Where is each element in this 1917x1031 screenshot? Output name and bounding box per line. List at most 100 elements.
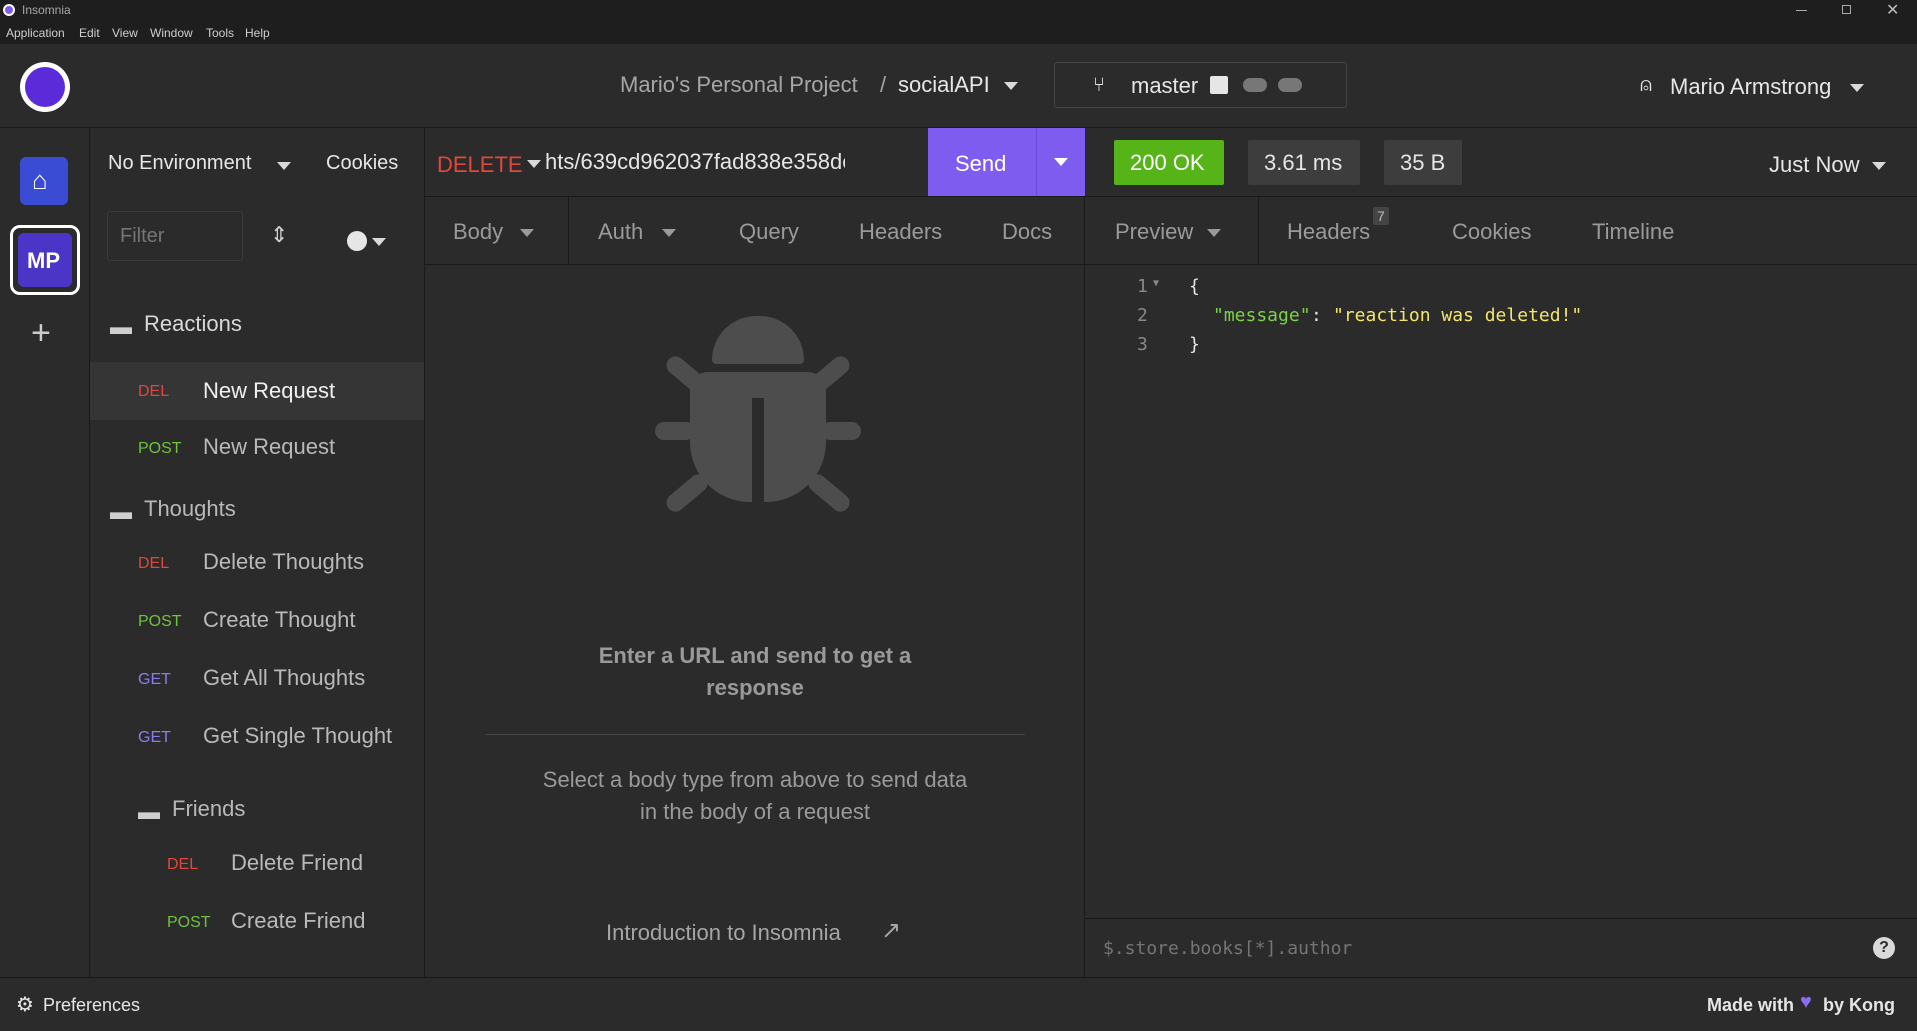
request-item-active[interactable]: DEL New Request xyxy=(90,362,424,420)
method-badge: DEL xyxy=(138,383,170,400)
history-select[interactable]: Just Now xyxy=(1769,152,1859,178)
empty-state-title: Enter a URL and send to get a response xyxy=(598,643,912,700)
response-filter-input[interactable] xyxy=(1103,929,1803,967)
menu-application[interactable]: Application xyxy=(6,26,65,40)
create-plus-icon[interactable] xyxy=(347,231,367,251)
send-button[interactable]: Send xyxy=(928,128,1085,196)
status-bar: ⚙ Preferences Made with ♥ by Kong xyxy=(0,977,1917,1031)
request-item[interactable]: DEL Delete Friend xyxy=(90,834,424,892)
menu-view[interactable]: View xyxy=(112,26,138,40)
folder-thoughts[interactable]: Thoughts xyxy=(144,496,236,522)
fold-caret-icon[interactable]: ▼ xyxy=(1153,278,1159,289)
request-item[interactable]: GET Get Single Thought xyxy=(90,707,424,765)
history-caret-icon[interactable] xyxy=(1872,162,1886,170)
create-menu-caret-icon[interactable] xyxy=(372,238,386,246)
cloud-upload-icon[interactable] xyxy=(1278,78,1302,92)
tab-preview[interactable]: Preview xyxy=(1115,219,1193,245)
request-label: Create Thought xyxy=(203,607,356,632)
code-line: { xyxy=(1189,276,1200,297)
restore-icon[interactable] xyxy=(1842,5,1851,14)
bug-illustration-icon xyxy=(655,316,865,526)
cloud-download-icon[interactable] xyxy=(1243,78,1267,92)
menu-window[interactable]: Window xyxy=(150,26,193,40)
intro-link[interactable]: Introduction to Insomnia xyxy=(606,920,841,946)
workspace-initials: MP xyxy=(27,248,60,273)
method-caret-icon[interactable] xyxy=(527,160,541,168)
folder-icon: ▬ xyxy=(110,499,132,524)
heart-icon: ♥ xyxy=(1800,991,1812,1013)
url-input[interactable] xyxy=(545,142,845,182)
insomnia-home-logo-icon[interactable] xyxy=(20,62,70,112)
breadcrumb-project[interactable]: Mario's Personal Project xyxy=(620,72,858,98)
user-icon: ⍝ xyxy=(1640,74,1652,96)
menu-bar: Application Edit View Window Tools Help xyxy=(0,22,1917,44)
git-sync-button[interactable]: ⑂ master xyxy=(1054,62,1347,108)
folder-reactions[interactable]: Reactions xyxy=(144,311,242,337)
branch-name: master xyxy=(1131,73,1199,98)
app-header: Mario's Personal Project / socialAPI ⑂ m… xyxy=(0,44,1917,128)
gear-icon[interactable]: ⚙ xyxy=(16,992,34,1017)
method-select[interactable]: DELETE xyxy=(437,152,523,178)
sidebar-filter-input[interactable] xyxy=(107,211,243,261)
size-text: 35 B xyxy=(1400,150,1446,175)
menu-help[interactable]: Help xyxy=(245,26,270,40)
sort-icon[interactable]: ⇕ xyxy=(270,222,288,248)
cube-icon xyxy=(1210,76,1228,94)
line-number: 1 xyxy=(1137,276,1148,297)
json-value: "reaction was deleted!" xyxy=(1333,305,1583,326)
response-filter-bar: ? xyxy=(1085,918,1917,977)
menu-edit[interactable]: Edit xyxy=(79,26,100,40)
tab-auth-caret-icon[interactable] xyxy=(662,229,676,237)
user-name[interactable]: Mario Armstrong xyxy=(1670,74,1831,100)
request-item[interactable]: POST Create Thought xyxy=(90,591,424,649)
document-menu-caret-icon[interactable] xyxy=(1004,82,1018,90)
tab-query[interactable]: Query xyxy=(739,219,799,245)
request-tabs: Body Auth Query Headers Docs xyxy=(425,197,1084,265)
request-item[interactable]: GET Get All Thoughts xyxy=(90,649,424,707)
headers-count-badge: 7 xyxy=(1373,207,1389,225)
request-label: Get Single Thought xyxy=(203,723,393,748)
menu-tools[interactable]: Tools xyxy=(206,26,234,40)
workspace-avatar[interactable]: MP xyxy=(10,225,80,295)
line-number: 3 xyxy=(1137,334,1148,355)
user-menu-caret-icon[interactable] xyxy=(1850,84,1864,92)
request-item[interactable]: POST New Request xyxy=(90,420,424,478)
response-body-viewer[interactable]: 1 ▼ { 2 "message" : "reaction was delete… xyxy=(1085,276,1917,376)
code-line: } xyxy=(1189,334,1200,355)
window-title: Insomnia xyxy=(22,3,71,17)
tab-body-caret-icon[interactable] xyxy=(520,229,534,237)
preferences-button[interactable]: Preferences xyxy=(43,995,140,1016)
tab-body[interactable]: Body xyxy=(453,219,503,245)
by-kong-text[interactable]: by Kong xyxy=(1823,995,1895,1016)
tab-headers[interactable]: Headers xyxy=(859,219,942,245)
send-options-caret-icon[interactable] xyxy=(1054,158,1068,166)
breadcrumb-document[interactable]: socialAPI xyxy=(898,72,990,98)
folder-icon: ▬ xyxy=(110,314,132,339)
tab-docs[interactable]: Docs xyxy=(1002,219,1052,245)
home-button[interactable]: ⌂ xyxy=(20,157,68,205)
tab-response-headers[interactable]: Headers xyxy=(1287,219,1370,245)
add-workspace-icon[interactable]: + xyxy=(31,314,51,353)
method-badge: GET xyxy=(138,729,171,746)
request-item[interactable]: POST Create Friend xyxy=(90,892,424,950)
tab-auth[interactable]: Auth xyxy=(598,219,643,245)
close-window-icon[interactable]: ✕ xyxy=(1886,0,1899,20)
method-badge: POST xyxy=(138,440,182,457)
minimize-icon[interactable] xyxy=(1796,10,1807,11)
external-link-icon[interactable]: ↗ xyxy=(881,916,901,945)
help-icon[interactable]: ? xyxy=(1873,937,1895,959)
cookies-button[interactable]: Cookies xyxy=(326,152,398,175)
tab-cookies[interactable]: Cookies xyxy=(1452,219,1531,245)
json-key: "message" xyxy=(1213,305,1311,326)
environment-caret-icon[interactable] xyxy=(277,162,291,170)
request-item[interactable]: DEL Delete Thoughts xyxy=(90,533,424,591)
method-badge: DEL xyxy=(138,555,170,572)
environment-select[interactable]: No Environment xyxy=(108,152,251,175)
tab-timeline[interactable]: Timeline xyxy=(1592,219,1674,245)
made-with-text: Made with xyxy=(1707,995,1795,1015)
time-text: 3.61 ms xyxy=(1264,150,1343,175)
tab-preview-caret-icon[interactable] xyxy=(1207,229,1221,237)
insomnia-logo-icon xyxy=(3,4,15,16)
folder-friends[interactable]: Friends xyxy=(172,796,245,822)
method-badge: DEL xyxy=(167,856,199,873)
